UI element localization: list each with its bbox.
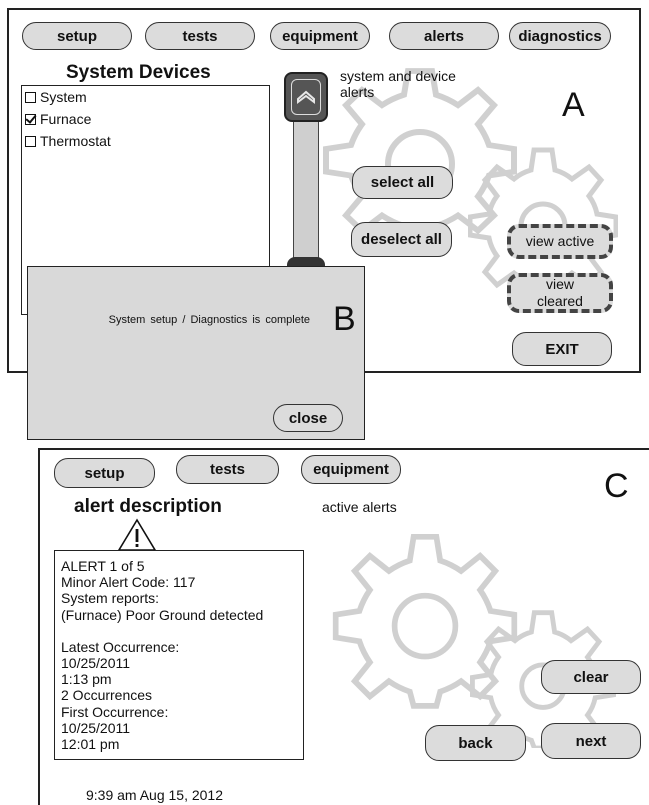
gear-icon <box>468 147 618 290</box>
view-cleared-button[interactable]: view cleared <box>507 273 613 313</box>
select-all-button[interactable]: select all <box>352 166 453 199</box>
alert-line: Minor Alert Code: 117 <box>61 574 196 591</box>
scrollbar[interactable] <box>293 115 319 275</box>
alert-line: System reports: <box>61 590 160 607</box>
checkbox-icon[interactable] <box>25 91 36 103</box>
checkbox-icon[interactable] <box>25 135 36 147</box>
completion-dialog: System setup / Diagnostics is complete B… <box>27 266 365 440</box>
clear-button[interactable]: clear <box>541 660 641 694</box>
checkbox-icon[interactable] <box>25 113 36 125</box>
alert-line: (Furnace) Poor Ground detected <box>61 606 264 623</box>
panel-label-b: B <box>333 300 356 338</box>
alert-line: 2 Occurrences <box>61 687 153 704</box>
tab-equipment[interactable]: equipment <box>301 455 401 484</box>
view-active-button[interactable]: view active <box>507 224 613 259</box>
alert-line: 1:13 pm <box>61 671 112 688</box>
warning-icon <box>117 518 157 551</box>
panel-a-top-border <box>7 8 641 10</box>
panel-c-top-border <box>38 448 649 450</box>
page-title: alert description <box>74 496 222 517</box>
tab-diagnostics[interactable]: diagnostics <box>509 22 611 50</box>
exit-button[interactable]: EXIT <box>512 332 612 366</box>
timestamp: 9:39 am Aug 15, 2012 <box>86 787 223 803</box>
close-button[interactable]: close <box>273 404 343 432</box>
panel-c-left-border <box>38 448 40 805</box>
device-label: Thermostat <box>40 133 111 149</box>
panel-a-bottom-border-left <box>7 371 27 373</box>
alert-line: 10/25/2011 <box>61 719 131 736</box>
panel-a-bottom-border <box>365 371 641 373</box>
device-label: System <box>40 89 87 105</box>
chevron-up-icon <box>297 90 315 104</box>
alert-line <box>61 623 297 639</box>
device-label: Furnace <box>40 111 92 127</box>
list-item-thermostat[interactable]: Thermostat <box>22 130 269 152</box>
panel-label-a: A <box>562 86 585 124</box>
scroll-up-button[interactable] <box>284 72 328 122</box>
view-cleared-label-1: view <box>545 276 574 292</box>
panel-a-right-border <box>639 8 641 372</box>
tab-tests[interactable]: tests <box>145 22 255 50</box>
tab-setup[interactable]: setup <box>22 22 132 50</box>
devices-title: System Devices <box>66 62 211 83</box>
tab-alerts[interactable]: alerts <box>389 22 499 50</box>
alert-line: 12:01 pm <box>61 736 120 753</box>
panel-a-left-border <box>7 8 9 372</box>
alert-details: ALERT 1 of 5 Minor Alert Code: 117 Syste… <box>54 550 304 760</box>
alert-line: First Occurrence: <box>61 703 169 720</box>
deselect-all-button[interactable]: deselect all <box>351 222 452 257</box>
alerts-caption: system and device alerts <box>340 68 456 100</box>
alerts-caption: active alerts <box>322 499 397 515</box>
back-button[interactable]: back <box>425 725 526 761</box>
list-item-system[interactable]: System <box>22 86 269 108</box>
panel-label-c: C <box>604 467 629 505</box>
alert-line: 10/25/2011 <box>61 655 131 672</box>
alert-line: Latest Occurrence: <box>61 638 180 655</box>
tab-setup[interactable]: setup <box>54 458 155 488</box>
dialog-message: System setup / Diagnostics is complete <box>108 314 310 326</box>
tab-equipment[interactable]: equipment <box>270 22 370 50</box>
list-item-furnace[interactable]: Furnace <box>22 108 269 130</box>
tab-tests[interactable]: tests <box>176 455 279 484</box>
alert-line: ALERT 1 of 5 <box>61 558 145 574</box>
view-cleared-label-2: cleared <box>537 293 583 309</box>
next-button[interactable]: next <box>541 723 641 759</box>
